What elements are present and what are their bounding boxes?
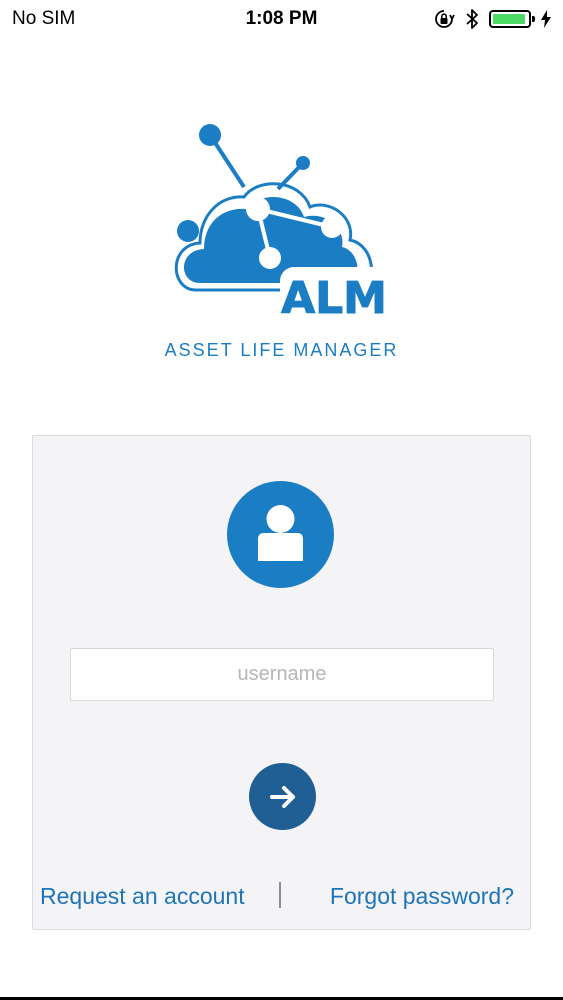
arrow-right-icon	[269, 785, 295, 808]
alm-logo: ALM	[174, 124, 388, 325]
submit-button[interactable]	[249, 763, 316, 830]
status-bar: No SIM 1:08 PM	[0, 0, 563, 38]
bluetooth-icon	[466, 9, 478, 29]
login-card: Request an account Forgot password?	[32, 435, 531, 930]
status-icons	[433, 7, 551, 31]
request-account-link[interactable]: Request an account	[40, 883, 245, 910]
forgot-password-link[interactable]: Forgot password?	[330, 883, 514, 910]
carrier-label: No SIM	[12, 8, 76, 29]
orientation-lock-icon	[435, 10, 455, 28]
login-screen: No SIM 1:08 PM ALM ASSET LIFE MANAGER us…	[0, 0, 563, 1000]
battery-fill	[493, 14, 526, 24]
battery-icon	[489, 10, 535, 28]
user-icon	[258, 505, 303, 561]
username-input[interactable]	[70, 648, 494, 701]
logo-brand-text: ALM	[281, 273, 387, 324]
logo-caption: ASSET LIFE MANAGER	[164, 340, 399, 360]
account-links: Request an account Forgot password?	[33, 876, 532, 916]
avatar	[227, 481, 334, 588]
charging-icon	[541, 10, 551, 28]
links-separator	[279, 882, 281, 908]
